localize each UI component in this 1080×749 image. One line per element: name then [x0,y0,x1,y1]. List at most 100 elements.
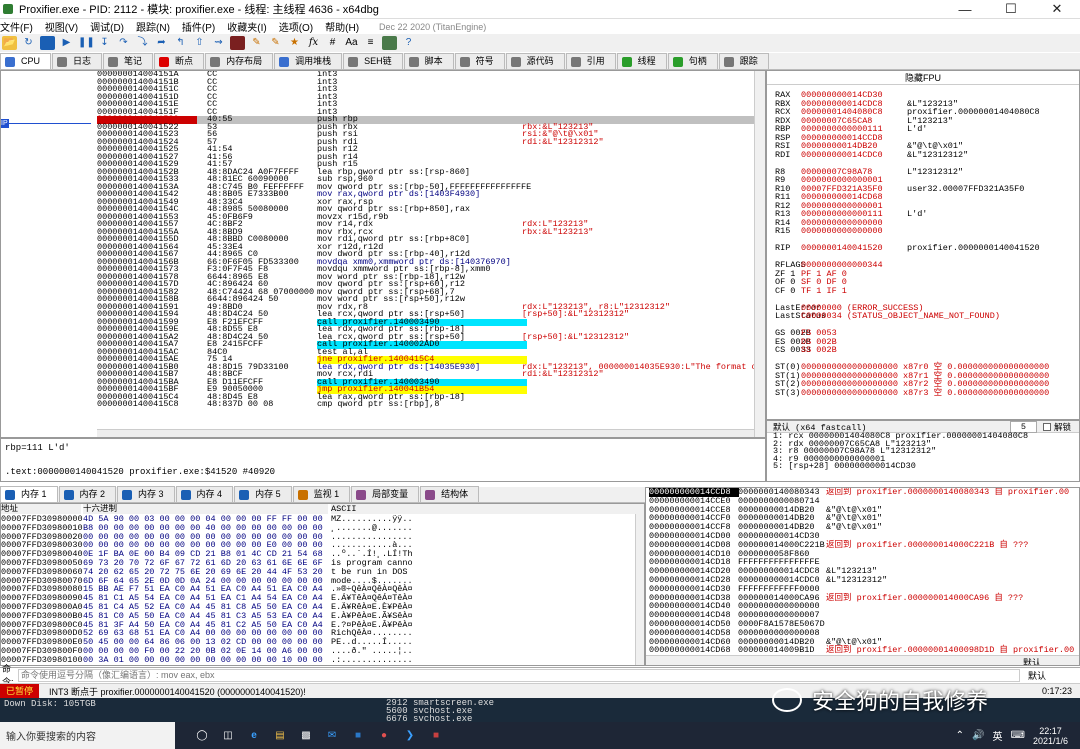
register-row[interactable]: CF 0 TF 1 IF 1 [767,286,1079,296]
disasm-row[interactable]: 000000014004151D CC int3 [97,93,765,102]
register-row[interactable]: RDI 000000000014CDC0 &L"12312312" [767,150,1079,160]
disasm-row[interactable]: 0000000140041523 56 push rsi rsi:&"@\t@\x01… [97,130,765,139]
memory-tab-7[interactable]: 结构体 [420,486,480,502]
hide-fpu-button[interactable]: 隐藏FPU [767,71,1079,85]
menu-plugins[interactable]: 插件(P) [182,19,215,34]
menu-debug[interactable]: 调试(D) [90,19,124,34]
disasm-row[interactable]: 000000014004151B CC int3 [97,78,765,87]
calculator-icon[interactable] [382,36,397,50]
memory-tab-1[interactable]: 内存 2 [58,486,117,502]
disasm-row[interactable]: 000000014004154C 48:8985 50080000 mov qwor… [97,205,765,214]
disasm-row[interactable]: 0000000140041542 48:8B05 E7333B00 mov rax,… [97,190,765,199]
keyboard-icon[interactable]: ⌨ [1011,730,1025,741]
cortana-icon[interactable]: ◯ [189,722,215,749]
unlock-checkbox[interactable] [1042,422,1051,431]
memory-dump-pane[interactable]: 地址 十六进制 ASCII 00007FFD30980000 4D 5A 90 0… [0,503,645,666]
close-button[interactable]: ✕ [1034,1,1080,17]
disasm-row[interactable]: 000000014004151F CC int3 [97,108,765,117]
menu-trace[interactable]: 跟踪(N) [136,19,170,34]
help-icon[interactable]: ? [401,36,416,50]
disasm-row[interactable]: 0000000140041557 4C:8BF2 mov r14,rdx rdx:L"… [97,220,765,229]
font-icon[interactable]: Aa [344,36,359,50]
tab-6[interactable]: SEH链 [343,53,403,69]
memory-tab-3[interactable]: 内存 4 [175,486,234,502]
tab-5[interactable]: 调用堆栈 [274,53,343,69]
tab-2[interactable]: 笔记 [103,53,154,69]
tray-chevron-icon[interactable]: ⌃ [956,730,964,741]
disasm-row[interactable]: 0000000140041553 45:0FB6F9 movzx r15d,r9b [97,213,765,222]
disasm-row[interactable]: 00000001400415A7 E8 2415FCFF call proxifie… [97,340,765,349]
register-row[interactable]: CS 0033 SS 002B [767,346,1079,355]
disasm-row[interactable]: 000000014004151E CC int3 [97,100,765,109]
disassembly-pane[interactable]: IP 000000014004151A CC int3 000000014004151… [0,70,766,438]
tab-1[interactable]: 日志 [52,53,103,69]
memory-tab-4[interactable]: 内存 5 [234,486,292,502]
store-icon[interactable]: ▩ [293,722,319,749]
execute-till-return-icon[interactable]: ↰ [173,36,188,50]
disasm-row[interactable]: 0000000140041522 53 push rbx rbx:&L"123213" [97,123,765,132]
open-icon[interactable]: 📂 [2,36,17,50]
task-view-icon[interactable]: ◫ [215,722,241,749]
disasm-row[interactable]: 000000014004155D 48:8BBD C0080000 mov rdi,… [97,235,765,244]
menu-options[interactable]: 选项(O) [279,19,313,34]
step-into-icon[interactable]: ↧ [97,36,112,50]
menu-favourites[interactable]: 收藏夹(I) [227,19,266,34]
outlook-icon[interactable]: ■ [345,722,371,749]
tab-12[interactable]: 句柄 [667,53,718,69]
memory-tab-2[interactable]: 内存 3 [117,486,175,502]
menu-file[interactable]: 文件(F) [0,19,33,34]
x64dbg-icon[interactable]: ■ [423,722,449,749]
pause-icon[interactable]: ❚❚ [78,36,95,50]
stack-mode[interactable]: 默认 [1023,656,1041,665]
taskbar-search[interactable]: 输入你要搜索的内容 [0,722,175,749]
tab-10[interactable]: 引用 [565,53,616,69]
ime-indicator[interactable]: 英 [993,728,1003,743]
patch-icon[interactable] [230,36,245,50]
memory-tab-6[interactable]: 局部变量 [351,486,420,502]
tab-9[interactable]: 源代码 [505,53,565,69]
disasm-row[interactable]: 0000000140041527 41:56 push r14 [97,153,765,162]
disasm-row[interactable]: 00000001400415B0 48:8D15 79D33100 lea rdx,… [97,363,765,372]
comment-icon[interactable]: ✎ [249,36,264,50]
tab-11[interactable]: 线程 [616,53,667,69]
disasm-row[interactable]: 0000000140041524 57 push rdi rdi:&L"1231231… [97,138,765,147]
speaker-icon[interactable]: 🔊 [972,730,984,741]
tab-0[interactable]: CPU [0,53,52,69]
strings-icon[interactable]: ≡ [363,36,378,50]
minimize-button[interactable]: — [942,2,988,17]
disasm-row[interactable]: 000000014004152B 48:8DAC24 A0F7FFFF lea rb… [97,168,765,177]
photos-icon[interactable]: ● [371,722,397,749]
stop-icon[interactable] [40,36,55,50]
mail-icon[interactable]: ✉ [319,722,345,749]
label-icon[interactable]: ✎ [268,36,283,50]
register-row[interactable]: R15 0000000000000000 [767,227,1079,236]
trace-over-icon[interactable]: ➦ [154,36,169,50]
disassembly-hscrollbar[interactable] [97,429,754,437]
disassembly-scrollbar[interactable] [754,71,765,437]
hash-icon[interactable]: # [325,36,340,50]
vscode-icon[interactable]: ❯ [397,722,423,749]
register-row[interactable]: ST(3) 0000000000000000000 x87r3 空 0.00000… [767,388,1079,398]
register-row[interactable]: RIP 0000000140041520 proxifier.00000001400… [767,244,1079,253]
stack-pane[interactable]: 000000000014CCD8 0000000140080343 返回到 prox… [645,487,1080,666]
disasm-row[interactable]: 000000014004151A CC int3 [97,71,765,79]
run-icon[interactable]: ▶ [59,36,74,50]
disasm-row[interactable]: 000000014004151C CC int3 [97,85,765,94]
register-row[interactable]: LastStatus C0000034 (STATUS_OBJECT_NAME_N… [767,312,1079,321]
memory-tab-5[interactable]: 监视 1 [292,486,351,502]
disasm-row[interactable]: 0000000140041520 40:55 push rbp [97,115,765,124]
dump-row[interactable]: 00007FFD3098011000 00 98 30 FD 7F 00 00 … [1,664,644,665]
disasm-row[interactable]: 0000000140041525 41:54 push r12 [97,145,765,154]
tab-4[interactable]: 内存布局 [205,53,274,69]
edge-icon[interactable]: e [241,722,267,749]
tab-8[interactable]: 符号 [454,53,505,69]
function-icon[interactable]: fx [306,36,321,50]
trace-into-icon[interactable]: ⤵ [135,36,150,50]
tab-7[interactable]: 脚本 [403,53,454,69]
menu-view[interactable]: 视图(V) [45,19,78,34]
clock[interactable]: 22:17 2021/1/6 [1033,726,1068,746]
bookmark-icon[interactable]: ★ [287,36,302,50]
file-explorer-icon[interactable]: ▤ [267,722,293,749]
menu-help[interactable]: 帮助(H) [325,19,359,34]
tab-3[interactable]: 断点 [154,53,205,69]
